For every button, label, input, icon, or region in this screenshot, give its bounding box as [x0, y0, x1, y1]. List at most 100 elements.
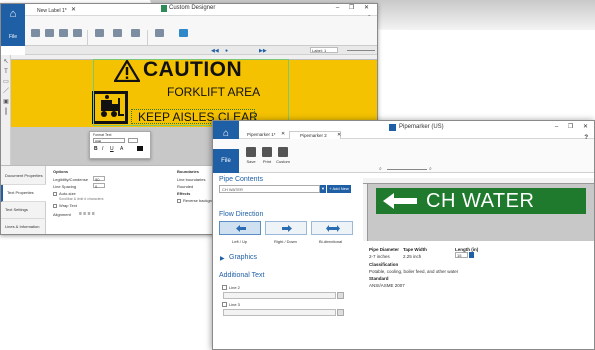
save-icon: [246, 147, 256, 157]
legibility-label: Legibility/Condense: [53, 177, 88, 182]
pipemarker-app-icon: [389, 124, 396, 131]
graphics-heading[interactable]: Graphics: [229, 254, 257, 261]
page-dot-icon[interactable]: ●: [225, 48, 228, 54]
wrap-text-checkbox[interactable]: [53, 204, 57, 208]
ribbon-labeling-button[interactable]: [175, 29, 191, 38]
ribbon-save-button[interactable]: [69, 29, 85, 38]
ribbon-custom-button[interactable]: Custom: [275, 147, 291, 164]
line-boundaries-label: Line boundaries: [177, 177, 206, 182]
image-tool-icon[interactable]: ▣: [3, 99, 9, 105]
tab-close-icon[interactable]: ✕: [71, 6, 76, 13]
length-input[interactable]: 15: [455, 252, 468, 258]
labeling-icon: [178, 29, 188, 37]
ribbon-arrange-button[interactable]: [151, 29, 167, 38]
tab-close-icon[interactable]: ✕: [337, 132, 341, 138]
flow-bidirectional-button[interactable]: [311, 221, 353, 235]
line2-input[interactable]: [223, 292, 336, 299]
standard-heading: Standard: [369, 276, 389, 281]
line3-options-button[interactable]: [337, 309, 344, 316]
custom-icon: [278, 147, 288, 157]
color-swatch[interactable]: [137, 146, 143, 151]
page-label-input[interactable]: Label: 1: [310, 47, 338, 53]
pipe-diameter-heading: Pipe Diameter: [369, 247, 400, 252]
expand-graphics-icon[interactable]: ▶: [220, 255, 225, 262]
line-tool-icon[interactable]: ／: [3, 89, 9, 95]
arrange-icon: [154, 29, 164, 37]
zoom-in-icon[interactable]: ⌕: [429, 166, 432, 172]
shape-tool-icon[interactable]: ▭: [3, 79, 9, 85]
ribbon-clipboard-button[interactable]: [109, 29, 125, 38]
flow-right-button[interactable]: [265, 221, 307, 235]
ribbon-save-button[interactable]: Save: [243, 147, 259, 164]
zoom-out-icon[interactable]: ⌕: [379, 166, 382, 172]
sidebar-item-text-settings[interactable]: Text Settings: [1, 202, 46, 219]
home-button[interactable]: ⌂: [1, 4, 25, 28]
custom-label: Custom: [276, 159, 290, 164]
add-new-button[interactable]: + Add New: [327, 185, 351, 193]
text-tool-icon[interactable]: T: [3, 69, 9, 75]
tab-close-icon[interactable]: ✕: [281, 131, 285, 137]
pipe-contents-select[interactable]: CH WATER: [219, 185, 320, 193]
home-icon: ⌂: [9, 8, 17, 20]
pointer-tool-icon[interactable]: ↖: [3, 59, 9, 65]
zoom-slider[interactable]: [347, 50, 375, 51]
line2-options-button[interactable]: [337, 292, 344, 299]
arrow-right-icon: [282, 225, 292, 232]
prev-page-icon[interactable]: ◀◀: [211, 48, 219, 54]
window-controls[interactable]: – ❐ ✕: [555, 123, 592, 130]
chevron-down-icon[interactable]: ▼: [320, 185, 326, 193]
pipe-marker-text: CH WATER: [426, 190, 535, 212]
clipboard-icon: [112, 29, 122, 37]
ribbon-quick-button[interactable]: [91, 29, 107, 38]
tab-pipemarker-2[interactable]: Pipemarker 2: [289, 131, 341, 139]
rounded-label: Rounded: [177, 184, 194, 189]
print-icon: [58, 29, 68, 37]
tool-palette: ↖ T ▭ ／ ▣ ║: [1, 55, 11, 165]
designer-app-title: Custom Designer: [169, 5, 216, 11]
classification-heading: Classification: [369, 262, 399, 267]
legibility-input[interactable]: 90: [93, 176, 105, 182]
format-text-popup: Format Text Arial B I U A: [89, 131, 151, 159]
flow-arrow-left-icon: [383, 193, 417, 209]
classification-value: Potable, cooling, boiler feed, and other…: [369, 269, 459, 274]
auto-size-checkbox[interactable]: [53, 192, 57, 196]
boundaries-heading: Boundaries: [177, 169, 200, 174]
italic-button[interactable]: I: [102, 146, 103, 152]
text-color-icon[interactable]: A: [120, 146, 123, 152]
underline-button[interactable]: U: [110, 146, 114, 152]
save-icon: [72, 29, 82, 37]
sidebar-item-lines-information[interactable]: Lines & Information: [1, 219, 46, 234]
line2-checkbox[interactable]: [222, 285, 227, 290]
line-spacing-value: 0: [95, 184, 98, 189]
arrow-both-icon: [326, 225, 340, 232]
flow-left-label: Left / Up: [232, 239, 248, 244]
alignment-icons[interactable]: ≡ ≡ ≡ ≡: [79, 211, 95, 217]
additional-text-heading: Additional Text: [219, 272, 265, 279]
font-size-select[interactable]: [128, 138, 138, 143]
line-spacing-input[interactable]: 0: [93, 183, 105, 189]
pipemarker-file-tab[interactable]: File: [213, 149, 239, 173]
ribbon-print-button[interactable]: Print: [259, 147, 275, 164]
sidebar-item-text-properties[interactable]: Text Properties: [1, 185, 46, 202]
window-controls[interactable]: – ❐ ✕: [336, 4, 373, 11]
length-stepper[interactable]: [469, 252, 474, 258]
ribbon-find-button[interactable]: [127, 29, 143, 38]
line3-input[interactable]: [223, 309, 336, 316]
tab-pipemarker-1[interactable]: Pipemarker 1*: [247, 132, 276, 137]
zoom-slider[interactable]: [387, 169, 427, 170]
print-label: Print: [262, 159, 272, 164]
save-label: Save: [246, 159, 256, 164]
line3-checkbox[interactable]: [222, 302, 227, 307]
reverse-background-checkbox[interactable]: [177, 199, 181, 203]
flow-left-button[interactable]: [219, 221, 261, 235]
next-page-icon[interactable]: ▶▶: [259, 48, 267, 54]
properties-sidebar: Document Properties Text Properties Text…: [1, 166, 46, 234]
app-icon: [161, 5, 167, 12]
tab-new-label[interactable]: New Label 1*: [29, 6, 73, 16]
designer-file-tab[interactable]: File: [1, 28, 25, 46]
font-select[interactable]: Arial: [93, 138, 125, 143]
sidebar-item-document-properties[interactable]: Document Properties: [1, 168, 46, 185]
standard-value: ANSI/ASME 2007: [369, 283, 405, 288]
barcode-tool-icon[interactable]: ║: [3, 109, 9, 115]
bold-button[interactable]: B: [94, 146, 98, 152]
